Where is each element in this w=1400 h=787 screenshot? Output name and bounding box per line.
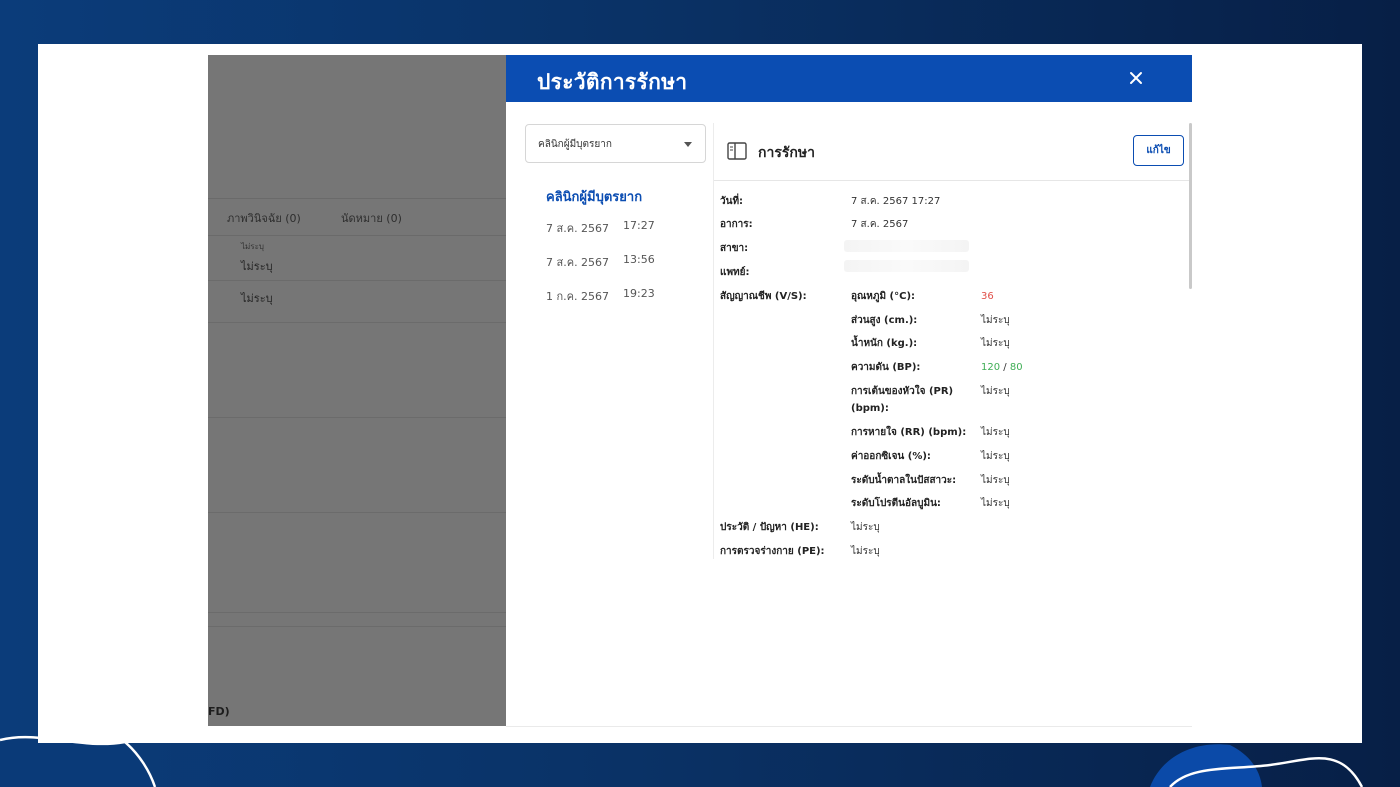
visit-item[interactable]: 1 ก.ค. 2567 19:23 bbox=[546, 287, 706, 309]
close-button[interactable] bbox=[1125, 67, 1147, 89]
visit-time: 13:56 bbox=[623, 253, 655, 266]
visit-date: 7 ส.ค. 2567 bbox=[546, 222, 610, 235]
weight-label: น้ำหนัก (kg.): bbox=[851, 338, 918, 349]
symptom-value: 7 ส.ค. 2567 bbox=[851, 219, 909, 230]
redacted-value bbox=[844, 240, 969, 252]
tab-appointment: นัดหมาย (0) bbox=[341, 212, 402, 225]
drawer-title: ประวัติการรักษา bbox=[537, 70, 688, 94]
redacted-value bbox=[844, 260, 969, 272]
visit-date: 7 ส.ค. 2567 bbox=[546, 256, 610, 269]
background-tabs: ภาพวินิจฉัย (0) นัดหมาย (0) bbox=[208, 198, 506, 236]
visit-item[interactable]: 7 ส.ค. 2567 13:56 bbox=[546, 253, 706, 275]
clinic-title: คลินิกผู้มีบุตรยาก bbox=[546, 190, 643, 205]
oxygen-value: ไม่ระบุ bbox=[981, 451, 1010, 462]
physical-exam-value: ไม่ระบุ bbox=[851, 546, 880, 557]
symptom-label: อาการ: bbox=[720, 219, 753, 230]
table-row: ไม่ระบุ ไม่ระบุ bbox=[208, 236, 506, 281]
vital-signs-label: สัญญาณชีพ (V/S): bbox=[720, 291, 807, 302]
table-row bbox=[208, 513, 506, 613]
pulse-label-unit: (bpm): bbox=[851, 403, 889, 414]
visit-time: 17:27 bbox=[623, 219, 655, 232]
detail-title: การรักษา bbox=[758, 145, 815, 161]
temperature-label: อุณหภูมิ (°C): bbox=[851, 291, 916, 302]
clinic-select[interactable]: คลินิกผู้มีบุตรยาก bbox=[525, 124, 706, 163]
albumin-label: ระดับโปรตีนอัลบูมิน: bbox=[851, 498, 941, 509]
table-row: ไม่ระบุ bbox=[208, 281, 506, 323]
bp-separator: / bbox=[1003, 362, 1007, 373]
divider bbox=[506, 726, 1192, 727]
clinic-select-value: คลินิกผู้มีบุตรยาก bbox=[538, 139, 612, 150]
weight-value: ไม่ระบุ bbox=[981, 338, 1010, 349]
detail-scrollbar[interactable] bbox=[1189, 123, 1192, 289]
table-row bbox=[208, 418, 506, 513]
table-cell: ไม่ระบุ bbox=[241, 260, 273, 273]
history-label: ประวัติ / ปัญหา (HE): bbox=[720, 522, 819, 533]
height-label: ส่วนสูง (cm.): bbox=[851, 315, 918, 326]
table-cell: ไม่ระบุ bbox=[241, 242, 264, 251]
visit-date: 1 ก.ค. 2567 bbox=[546, 290, 609, 303]
respiration-label: การหายใจ (RR) (bpm): bbox=[851, 427, 967, 438]
history-value: ไม่ระบุ bbox=[851, 522, 880, 533]
close-icon bbox=[1130, 72, 1142, 84]
drawer-header: ประวัติการรักษา bbox=[506, 55, 1192, 102]
height-value: ไม่ระบุ bbox=[981, 315, 1010, 326]
table-row bbox=[208, 613, 506, 627]
pulse-label: การเต้นของหัวใจ (PR) bbox=[851, 386, 954, 397]
blood-pressure-label: ความดัน (BP): bbox=[851, 362, 921, 373]
date-value: 7 ส.ค. 2567 17:27 bbox=[851, 196, 941, 207]
book-icon bbox=[727, 142, 747, 160]
table-cell: ไม่ระบุ bbox=[241, 292, 273, 305]
bp-diastolic: 80 bbox=[1009, 362, 1023, 373]
physical-exam-label: การตรวจร่างกาย (PE): bbox=[720, 546, 825, 557]
edit-button[interactable]: แก้ไข bbox=[1133, 135, 1184, 166]
pulse-value: ไม่ระบุ bbox=[981, 386, 1010, 397]
respiration-value: ไม่ระบุ bbox=[981, 427, 1010, 438]
bp-systolic: 120 bbox=[981, 362, 1001, 373]
oxygen-label: ค่าออกซิเจน (%): bbox=[851, 451, 931, 462]
tab-research: ภาพวินิจฉัย (0) bbox=[227, 212, 301, 225]
urine-sugar-label: ระดับน้ำตาลในปัสสาวะ: bbox=[851, 475, 957, 486]
albumin-value: ไม่ระบุ bbox=[981, 498, 1010, 509]
blood-pressure-value: 120 / 80 bbox=[981, 359, 1023, 376]
treatment-history-drawer: ประวัติการรักษา คลินิกผู้มีบุตรยาก คลินิ… bbox=[506, 55, 1192, 726]
table-row bbox=[208, 323, 506, 418]
temperature-value: 36 bbox=[981, 291, 994, 302]
chevron-down-icon bbox=[684, 142, 692, 147]
visit-item[interactable]: 7 ส.ค. 2567 17:27 bbox=[546, 219, 706, 241]
doctor-label: แพทย์: bbox=[720, 267, 750, 278]
page-backdrop: ภาพวินิจฉัย (0) นัดหมาย (0) ไม่ระบุ ไม่ร… bbox=[208, 55, 506, 726]
branch-label: สาขา: bbox=[720, 243, 749, 254]
background-footer-text: FD) bbox=[208, 705, 230, 718]
visit-time: 19:23 bbox=[623, 287, 655, 300]
table-row bbox=[208, 627, 506, 726]
treatment-detail-panel[interactable]: การรักษา แก้ไข วันที่: 7 ส.ค. 2567 17:27… bbox=[713, 123, 1192, 559]
date-label: วันที่: bbox=[720, 196, 744, 207]
detail-header: การรักษา แก้ไข bbox=[714, 123, 1191, 181]
urine-sugar-value: ไม่ระบุ bbox=[981, 475, 1010, 486]
